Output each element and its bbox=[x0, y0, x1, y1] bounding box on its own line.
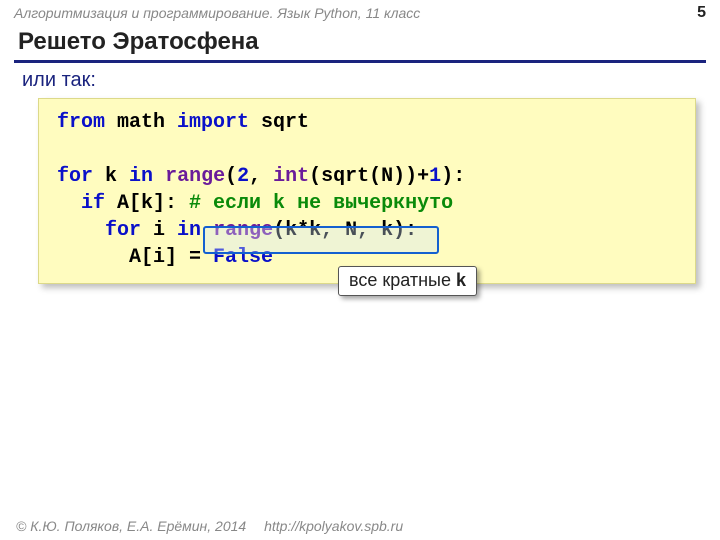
mid1: , bbox=[249, 165, 273, 188]
page-title: Решето Эратосфена bbox=[18, 28, 702, 56]
ind3 bbox=[57, 192, 81, 215]
footer-url: http://kpolyakov.spb.ru bbox=[264, 518, 403, 534]
fn-int: int bbox=[273, 165, 309, 188]
page-number: 5 bbox=[697, 4, 706, 22]
code-block: from math import sqrt for k in range(2, … bbox=[38, 98, 696, 284]
footer-copyright: © К.Ю. Поляков, Е.А. Ерёмин, 2014 bbox=[16, 518, 246, 534]
ind5 bbox=[57, 246, 129, 269]
comment: # если k не вычеркнуто bbox=[189, 192, 453, 215]
header-bar: Алгоритмизация и программирование. Язык … bbox=[0, 0, 720, 26]
end1: ): bbox=[441, 165, 465, 188]
callout-bold: k bbox=[456, 270, 466, 290]
lit-2: 2 bbox=[237, 165, 249, 188]
t-k: k bbox=[93, 165, 129, 188]
p1: ( bbox=[225, 165, 237, 188]
kw-if: if bbox=[81, 192, 105, 215]
kw-in1: in bbox=[129, 165, 153, 188]
callout-text: все кратные bbox=[349, 270, 456, 290]
t-i: i bbox=[141, 219, 177, 242]
body5: A[i] = bbox=[129, 246, 213, 269]
title-rule bbox=[14, 60, 706, 63]
kw-for2: for bbox=[105, 219, 141, 242]
t-sqrtcall: (sqrt(N))+ bbox=[309, 165, 429, 188]
t-sqrt: sqrt bbox=[249, 111, 309, 134]
cond: A[k]: bbox=[105, 192, 189, 215]
kw-for1: for bbox=[57, 165, 93, 188]
highlight-box bbox=[203, 226, 439, 254]
slide: Алгоритмизация и программирование. Язык … bbox=[0, 0, 720, 540]
code-wrap: from math import sqrt for k in range(2, … bbox=[38, 98, 696, 284]
ind4 bbox=[57, 219, 105, 242]
t-math: math bbox=[105, 111, 177, 134]
kw-in2: in bbox=[177, 219, 201, 242]
subtitle: или так: bbox=[0, 65, 720, 96]
fn-range1: range bbox=[165, 165, 225, 188]
course-line: Алгоритмизация и программирование. Язык … bbox=[14, 5, 420, 21]
callout-box: все кратные k bbox=[338, 266, 477, 296]
sp1 bbox=[153, 165, 165, 188]
kw-from: from bbox=[57, 111, 105, 134]
kw-import: import bbox=[177, 111, 249, 134]
footer: © К.Ю. Поляков, Е.А. Ерёмин, 2014 http:/… bbox=[16, 518, 403, 534]
lit-1: 1 bbox=[429, 165, 441, 188]
title-block: Решето Эратосфена bbox=[0, 26, 720, 65]
